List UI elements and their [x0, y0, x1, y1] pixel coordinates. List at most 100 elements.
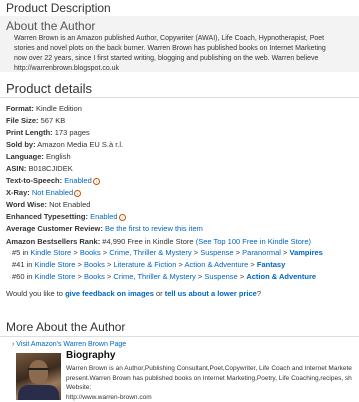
info-icon[interactable]: i	[74, 190, 81, 197]
detail-bestsellers-rank: Amazon Bestsellers Rank: #4,990 Free in …	[6, 237, 311, 246]
detail-label: X-Ray:	[6, 188, 30, 197]
product-description-heading: Product Description	[6, 1, 111, 15]
separator: >	[283, 248, 287, 257]
subrank-row: #5 in Kindle Store > Books > Crime, Thri…	[12, 248, 323, 257]
biography-text: Warren Brown is an Author,Publishing Con…	[66, 364, 359, 402]
detail-language: Language: English	[6, 152, 71, 161]
category-link[interactable]: Books	[84, 260, 105, 269]
separator: >	[78, 272, 82, 281]
detail-print-length: Print Length: 173 pages	[6, 128, 90, 137]
detail-value: Kindle Edition	[36, 104, 82, 113]
category-link[interactable]: Literature & Fiction	[113, 260, 176, 269]
feedback-images-link[interactable]: give feedback on images	[65, 289, 154, 298]
category-link[interactable]: Kindle Store	[30, 248, 71, 257]
first-review-link[interactable]: Be the first to review this item	[105, 224, 203, 233]
detail-format: Format: Kindle Edition	[6, 104, 82, 113]
separator: >	[73, 248, 77, 257]
category-link[interactable]: Crime, Thriller & Mystery	[113, 272, 195, 281]
avatar-glasses	[28, 368, 49, 374]
category-leaf-link[interactable]: Fantasy	[257, 260, 285, 269]
feedback-suffix: ?	[257, 289, 261, 298]
lower-price-link[interactable]: tell us about a lower price	[165, 289, 257, 298]
subrank-row: #60 in Kindle Store > Books > Crime, Thr…	[12, 272, 316, 281]
separator: >	[103, 248, 107, 257]
category-link[interactable]: Paranormal	[242, 248, 281, 257]
category-link[interactable]: Suspense	[204, 272, 237, 281]
subrank-in: in	[27, 260, 33, 269]
category-leaf-link[interactable]: Action & Adventure	[246, 272, 316, 281]
separator: >	[236, 248, 240, 257]
subrank-number: #41	[12, 260, 25, 269]
detail-review: Average Customer Review: Be the first to…	[6, 224, 203, 233]
category-link[interactable]: Action & Adventure	[185, 260, 249, 269]
separator: >	[240, 272, 244, 281]
detail-label: Enhanced Typesetting:	[6, 212, 88, 221]
visit-author-page-link[interactable]: › Visit Amazon's Warren Brown Page	[12, 341, 126, 348]
biography-line: present.Warren Brown has published books…	[66, 374, 359, 384]
category-link[interactable]: Books	[84, 272, 105, 281]
separator: >	[194, 248, 198, 257]
detail-value: English	[46, 152, 71, 161]
detail-value: B018CJIDEK	[29, 164, 73, 173]
separator: >	[107, 272, 111, 281]
detail-value: Not Enabled	[49, 200, 90, 209]
rank-value: #4,990 Free in Kindle Store	[102, 237, 193, 246]
feedback-or: or	[156, 289, 163, 298]
info-icon[interactable]: i	[119, 214, 126, 221]
detail-value: 173 pages	[55, 128, 90, 137]
detail-value: Amazon Media EU S.à r.l.	[37, 140, 123, 149]
author-avatar[interactable]	[16, 353, 61, 400]
detail-label: Text-to-Speech:	[6, 176, 62, 185]
biography-line: Website:	[66, 383, 359, 393]
separator: >	[250, 260, 254, 269]
avatar-shirt	[18, 385, 59, 400]
category-link[interactable]: Books	[80, 248, 101, 257]
typesetting-link[interactable]: Enabled	[90, 212, 118, 221]
detail-label: File Size:	[6, 116, 39, 125]
about-author-blog-link[interactable]: http://warrenbrown.blogspot.co.uk	[14, 64, 359, 74]
about-author-line: Warren Brown is an Amazon published Auth…	[14, 34, 359, 44]
about-author-text: Warren Brown is an Amazon published Auth…	[14, 34, 359, 74]
detail-value: 567 KB	[41, 116, 66, 125]
detail-asin: ASIN: B018CJIDEK	[6, 164, 73, 173]
separator: >	[178, 260, 182, 269]
category-link[interactable]: Crime, Thriller & Mystery	[109, 248, 191, 257]
product-details-heading: Product details	[6, 81, 92, 96]
category-link[interactable]: Kindle Store	[35, 272, 76, 281]
detail-xray: X-Ray: Not Enabledi	[6, 188, 81, 197]
detail-label: ASIN:	[6, 164, 26, 173]
subrank-in: in	[22, 248, 28, 257]
more-about-author-heading: More About the Author	[6, 320, 125, 334]
detail-word-wise: Word Wise: Not Enabled	[6, 200, 90, 209]
website-link[interactable]: http://www.warren-brown.com	[66, 393, 359, 402]
text-to-speech-link[interactable]: Enabled	[64, 176, 92, 185]
subrank-number: #5	[12, 248, 20, 257]
detail-label: Print Length:	[6, 128, 53, 137]
detail-label: Sold by:	[6, 140, 36, 149]
category-link[interactable]: Kindle Store	[35, 260, 76, 269]
info-icon[interactable]: i	[93, 178, 100, 185]
category-link[interactable]: Suspense	[200, 248, 233, 257]
feedback-line: Would you like to give feedback on image…	[6, 289, 261, 298]
detail-label: Word Wise:	[6, 200, 47, 209]
detail-label: Format:	[6, 104, 34, 113]
about-author-heading: About the Author	[6, 19, 95, 33]
divider	[0, 336, 359, 337]
biography-line: Warren Brown is an Author,Publishing Con…	[66, 364, 359, 374]
xray-link[interactable]: Not Enabled	[32, 188, 73, 197]
subrank-row: #41 in Kindle Store > Books > Literature…	[12, 260, 285, 269]
separator: >	[198, 272, 202, 281]
divider	[0, 97, 359, 98]
feedback-prefix: Would you like to	[6, 289, 63, 298]
detail-label: Amazon Bestsellers Rank:	[6, 237, 100, 246]
detail-text-to-speech: Text-to-Speech: Enabledi	[6, 176, 100, 185]
about-author-line: now over 22 years, since I first started…	[14, 54, 359, 64]
detail-label: Average Customer Review:	[6, 224, 103, 233]
detail-sold-by: Sold by: Amazon Media EU S.à r.l.	[6, 140, 123, 149]
category-leaf-link[interactable]: Vampires	[290, 248, 323, 257]
see-top-100-link[interactable]: (See Top 100 Free in Kindle Store)	[196, 237, 311, 246]
subrank-number: #60	[12, 272, 25, 281]
visit-author-page[interactable]: › Visit Amazon's Warren Brown Page	[12, 341, 126, 348]
detail-label: Language:	[6, 152, 44, 161]
detail-typesetting: Enhanced Typesetting: Enabledi	[6, 212, 126, 221]
